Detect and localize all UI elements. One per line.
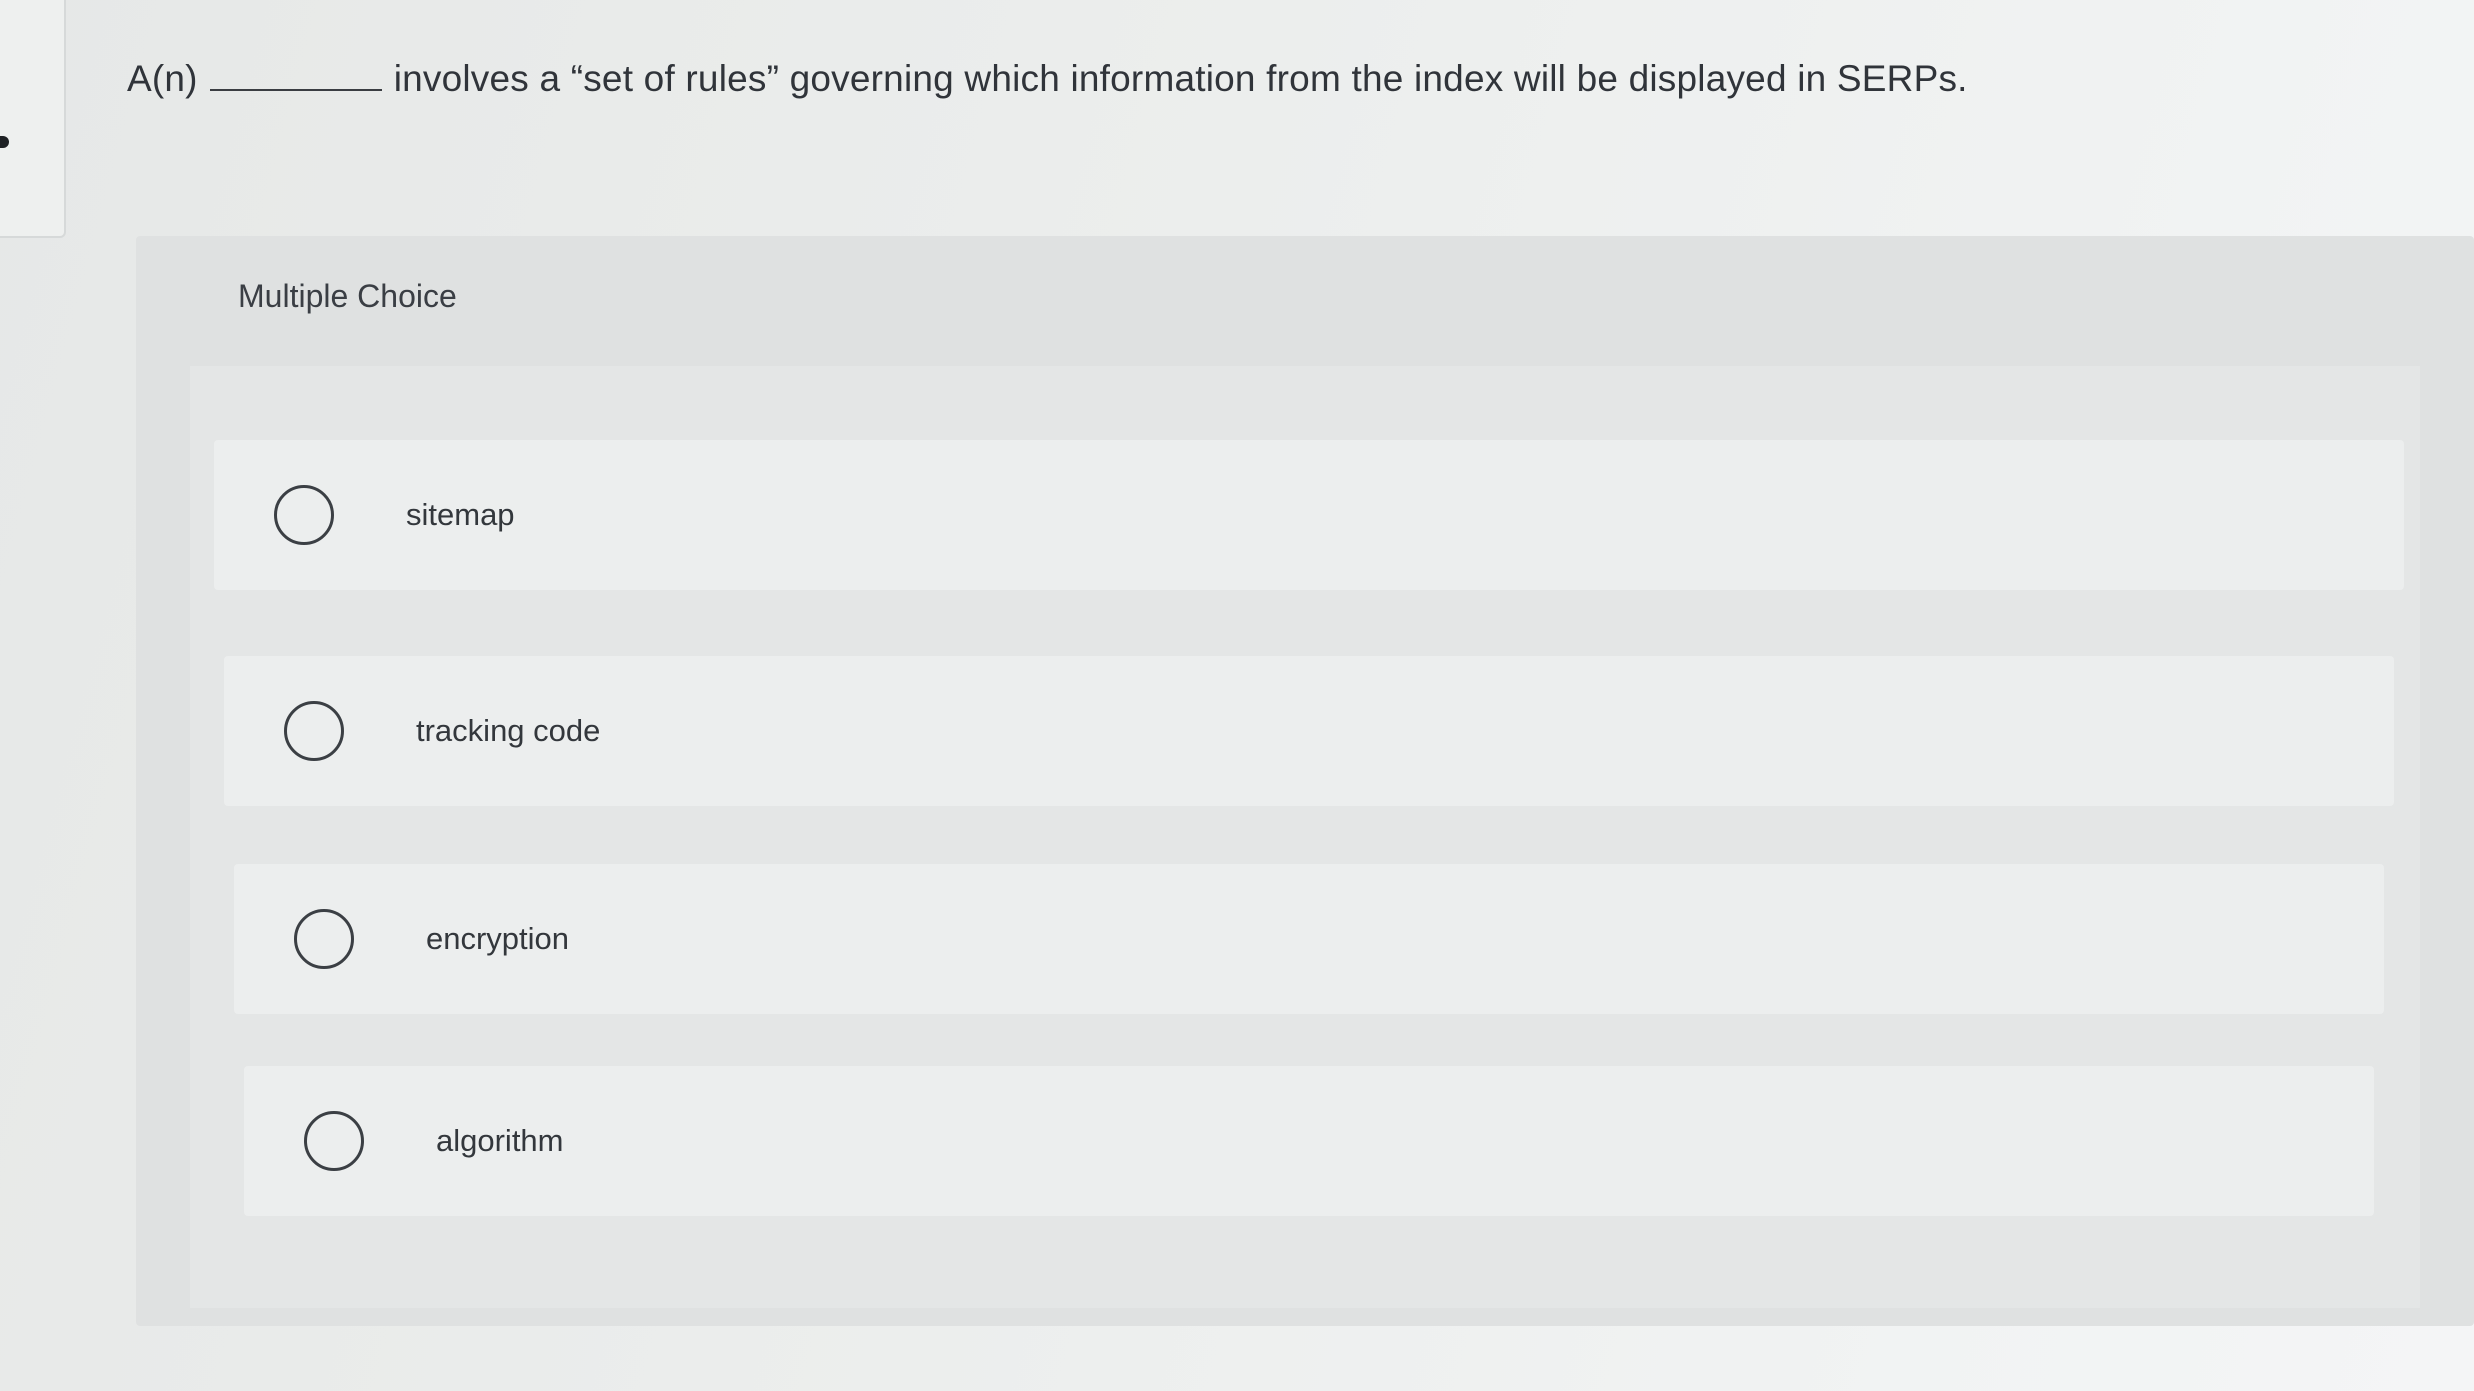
answer-blank bbox=[209, 63, 382, 91]
option-tracking-code[interactable]: tracking code bbox=[224, 656, 2394, 806]
option-encryption[interactable]: encryption bbox=[234, 864, 2384, 1014]
radio-button[interactable] bbox=[294, 909, 354, 969]
question-suffix: involves a “set of rules” governing whic… bbox=[393, 58, 1968, 99]
option-label: algorithm bbox=[436, 1123, 564, 1158]
option-label: sitemap bbox=[406, 497, 515, 532]
question-prefix: A(n) bbox=[127, 58, 198, 99]
quiz-page: A(n) involves a “set of rules” governing… bbox=[0, 0, 2474, 1391]
multiple-choice-header: Multiple Choice bbox=[238, 278, 457, 314]
radio-button[interactable] bbox=[274, 485, 334, 545]
option-label: tracking code bbox=[416, 713, 601, 748]
option-algorithm[interactable]: algorithm bbox=[244, 1066, 2374, 1216]
question-text: A(n) involves a “set of rules” governing… bbox=[127, 58, 1968, 100]
multiple-choice-panel: Multiple Choice sitemap tracking code en… bbox=[136, 236, 2474, 1326]
option-label: encryption bbox=[426, 921, 570, 956]
options-list: sitemap tracking code encryption algorit… bbox=[190, 366, 2420, 1308]
option-sitemap[interactable]: sitemap bbox=[214, 440, 2404, 590]
radio-button[interactable] bbox=[304, 1111, 364, 1171]
side-panel-tab[interactable] bbox=[0, 0, 66, 238]
radio-button[interactable] bbox=[284, 701, 344, 761]
